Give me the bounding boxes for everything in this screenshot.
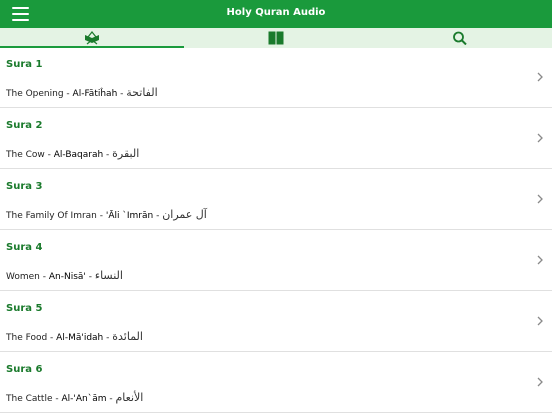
sura-transliteration: Al-Fātiĥah (72, 89, 118, 99)
sura-arabic: النساء (94, 269, 123, 282)
separator: - (106, 394, 116, 404)
chevron-right-icon (537, 255, 543, 265)
separator: - (153, 211, 163, 221)
sura-number: Sura 4 (6, 242, 43, 253)
sura-english: The Opening (6, 89, 64, 99)
sura-arabic: الفاتحة (126, 86, 158, 99)
tab-bar (0, 28, 552, 48)
separator: - (39, 272, 49, 282)
separator: - (96, 211, 106, 221)
sura-title: The Opening - Al-Fātiĥah - الفاتحة (6, 86, 158, 99)
list-item[interactable]: Sura 5 The Food - Al-Mā'idah - المائدة (0, 292, 552, 352)
separator: - (44, 150, 54, 160)
tab-search[interactable] (368, 28, 552, 48)
separator: - (63, 89, 73, 99)
list-item[interactable]: Sura 4 Women - An-Nisā' - النساء (0, 231, 552, 291)
sura-title: The Cow - Al-Baqarah - البقرة (6, 147, 139, 160)
search-icon (453, 31, 467, 45)
sura-english: The Food (6, 333, 48, 343)
list-item[interactable]: Sura 1 The Opening - Al-Fātiĥah - الفاتح… (0, 48, 552, 108)
sura-arabic: البقرة (112, 147, 140, 160)
list-item[interactable]: Sura 2 The Cow - Al-Baqarah - البقرة (0, 109, 552, 169)
sura-arabic: المائدة (112, 330, 143, 343)
sura-transliteration: Al-Baqarah (53, 150, 104, 160)
sura-arabic: الأنعام (115, 391, 144, 404)
open-book-icon (268, 31, 284, 45)
sura-title: Women - An-Nisā' - النساء (6, 269, 123, 282)
chevron-right-icon (537, 133, 543, 143)
app-header: Holy Quran Audio (0, 0, 552, 28)
sura-english: Women (6, 272, 40, 282)
chevron-right-icon (537, 72, 543, 82)
sura-transliteration: An-Nisā' (48, 272, 86, 282)
chevron-right-icon (537, 316, 543, 326)
separator: - (103, 150, 113, 160)
separator: - (117, 89, 127, 99)
app-title: Holy Quran Audio (226, 7, 326, 18)
list-item[interactable]: Sura 3 The Family Of Imran - 'Āli `Imrān… (0, 170, 552, 230)
chevron-right-icon (537, 377, 543, 387)
sura-english: The Cattle (6, 394, 53, 404)
tab-quran[interactable] (0, 28, 184, 48)
sura-number: Sura 1 (6, 59, 43, 70)
separator: - (47, 333, 57, 343)
sura-number: Sura 3 (6, 181, 43, 192)
sura-title: The Food - Al-Mā'idah - المائدة (6, 330, 143, 343)
sura-english: The Family Of Imran (6, 211, 97, 221)
sura-english: The Cow (6, 150, 45, 160)
quran-stand-icon (85, 31, 99, 45)
sura-arabic: آل عمران (162, 208, 207, 221)
sura-transliteration: Al-'An`ām (61, 394, 107, 404)
sura-number: Sura 2 (6, 120, 43, 131)
list-item[interactable]: Sura 6 The Cattle - Al-'An`ām - الأنعام (0, 353, 552, 413)
separator: - (85, 272, 95, 282)
separator: - (103, 333, 113, 343)
sura-number: Sura 6 (6, 364, 43, 375)
sura-number: Sura 5 (6, 303, 43, 314)
tab-book[interactable] (184, 28, 368, 48)
sura-transliteration: Al-Mā'idah (56, 333, 104, 343)
sura-title: The Cattle - Al-'An`ām - الأنعام (6, 391, 143, 404)
sura-transliteration: 'Āli `Imrān (105, 211, 154, 221)
sura-title: The Family Of Imran - 'Āli `Imrān - آل ع… (6, 208, 207, 221)
chevron-right-icon (537, 194, 543, 204)
